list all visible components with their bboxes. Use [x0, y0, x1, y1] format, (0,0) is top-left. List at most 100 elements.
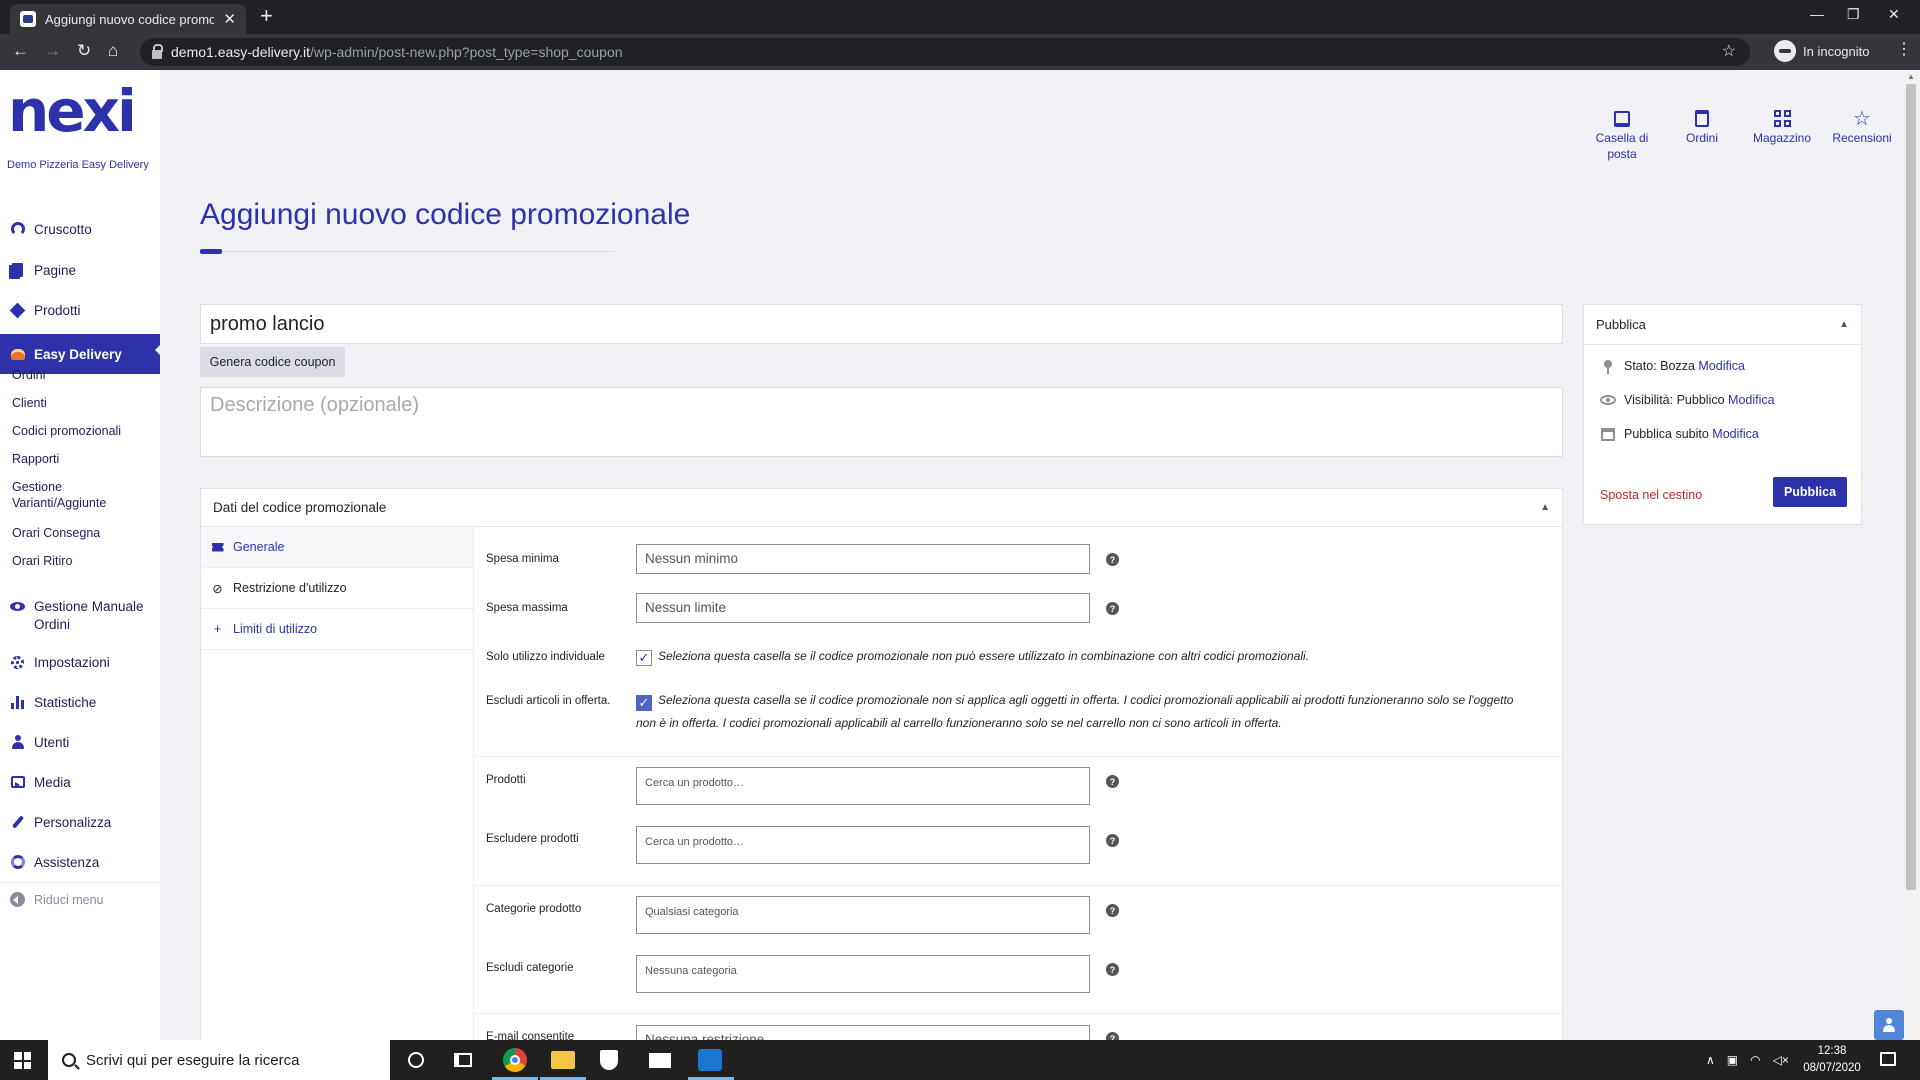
cortana-icon[interactable] [408, 1052, 424, 1068]
browser-menu-icon[interactable]: ⋮ [1896, 42, 1912, 58]
address-bar[interactable]: demo1.easy-delivery.it/wp-admin/post-new… [140, 38, 1750, 66]
burger-icon [10, 347, 25, 362]
browser-tab[interactable]: Aggiungi nuovo codice promozionale ✕ [10, 4, 246, 34]
file-explorer-icon[interactable] [551, 1051, 575, 1069]
sidebar-item-utenti[interactable]: Utenti [0, 726, 160, 758]
close-window-icon[interactable]: ✕ [1888, 6, 1900, 23]
generate-coupon-button[interactable]: Genera codice coupon [200, 347, 345, 377]
help-tip-icon[interactable]: ? [1106, 602, 1119, 615]
incognito-indicator[interactable]: In incognito [1774, 40, 1870, 62]
publish-status-row: Stato: Bozza Modifica [1600, 359, 1745, 374]
chevron-up-icon[interactable]: ∧ [1706, 1053, 1715, 1067]
collapse-arrow-icon[interactable]: ▲ [1839, 319, 1849, 330]
shortcut-ordini[interactable]: Ordini [1662, 110, 1742, 162]
shortcut-recensioni[interactable]: ☆ Recensioni [1822, 109, 1902, 162]
minimize-icon[interactable]: — [1810, 6, 1824, 22]
outlook-icon[interactable] [698, 1049, 722, 1071]
taskbar-clock[interactable]: 12:38 08/07/2020 [1800, 1043, 1864, 1077]
submenu-clienti[interactable]: Clienti [12, 395, 47, 411]
trash-link[interactable]: Sposta nel cestino [1600, 488, 1702, 502]
max-spend-input[interactable]: Nessun limite [636, 593, 1090, 623]
submenu-gestione-varianti[interactable]: Gestione Varianti/Aggiunte [12, 479, 122, 512]
collapse-menu-button[interactable]: Riduci menu [10, 892, 103, 907]
publish-header[interactable]: Pubblica ▲ [1584, 305, 1861, 345]
new-tab-icon[interactable]: + [260, 5, 273, 27]
shortcut-label: Recensioni [1832, 131, 1892, 145]
help-tip-icon[interactable]: ? [1106, 775, 1119, 788]
top-shortcuts: Casella di posta Ordini Magazzino ☆ Rece… [1582, 109, 1902, 162]
products-search-input[interactable]: Cerca un prodotto… [636, 767, 1090, 805]
bookmark-star-icon[interactable]: ☆ [1722, 41, 1736, 61]
exclude-sale-description: Seleziona questa casella se il codice pr… [636, 693, 1514, 731]
title-divider [200, 251, 614, 252]
page-scrollbar[interactable]: ▲ [1902, 70, 1920, 1040]
min-spend-input[interactable]: Nessun minimo [636, 544, 1090, 574]
scrollbar-thumb[interactable] [1906, 84, 1916, 890]
tab-limiti[interactable]: + Limiti di utilizzo [201, 609, 473, 650]
sidebar-item-statistiche[interactable]: Statistiche [0, 686, 160, 718]
volume-muted-icon[interactable]: ◁× [1773, 1053, 1789, 1067]
back-icon[interactable]: ← [12, 42, 29, 59]
sidebar-item-impostazioni[interactable]: Impostazioni [0, 646, 160, 678]
mail-icon[interactable] [649, 1053, 671, 1068]
help-tip-icon[interactable]: ? [1106, 963, 1119, 976]
exclude-categories-input[interactable]: Nessuna categoria [636, 955, 1090, 993]
security-icon[interactable] [600, 1050, 618, 1070]
taskbar-search[interactable]: Scrivi qui per eseguire la ricerca [48, 1040, 390, 1080]
sidebar-item-cruscotto[interactable]: Cruscotto [0, 213, 160, 245]
nexi-logo[interactable]: nexi [8, 82, 137, 140]
shortcut-casella-di-posta[interactable]: Casella di posta [1582, 110, 1662, 162]
sidebar-item-media[interactable]: Media [0, 766, 160, 798]
publish-button[interactable]: Pubblica [1773, 477, 1847, 507]
main-content: Casella di posta Ordini Magazzino ☆ Rece… [160, 70, 1902, 1055]
shortcut-magazzino[interactable]: Magazzino [1742, 110, 1822, 162]
exclude-products-input[interactable]: Cerca un prodotto… [636, 826, 1090, 864]
edit-schedule-link[interactable]: Modifica [1712, 427, 1759, 441]
description-textarea[interactable]: Descrizione (opzionale) [200, 387, 1563, 457]
wifi-icon[interactable]: ◠ [1750, 1053, 1760, 1067]
tab-generale[interactable]: Generale [201, 527, 473, 568]
collapse-arrow-icon[interactable]: ▲ [1540, 502, 1550, 513]
sidebar-item-prodotti[interactable]: Prodotti [0, 294, 160, 326]
coupon-code-input[interactable]: promo lancio [200, 304, 1563, 344]
task-view-icon[interactable] [454, 1053, 472, 1067]
individual-use-checkbox[interactable]: ✓ [636, 650, 652, 666]
status-label: Stato: [1624, 359, 1657, 373]
forward-icon[interactable]: → [44, 42, 61, 59]
help-tip-icon[interactable]: ? [1106, 553, 1119, 566]
submenu-codici-promozionali[interactable]: Codici promozionali [12, 423, 121, 439]
edit-status-link[interactable]: Modifica [1698, 359, 1745, 373]
incognito-label: In incognito [1803, 43, 1870, 59]
help-tip-icon[interactable]: ? [1106, 834, 1119, 847]
coupon-data-header[interactable]: Dati del codice promozionale ▲ [201, 489, 1562, 527]
windows-start-icon[interactable] [14, 1052, 31, 1069]
help-tip-icon[interactable]: ? [1106, 904, 1119, 917]
reload-icon[interactable]: ↻ [77, 42, 91, 59]
site-name[interactable]: Demo Pizzeria Easy Delivery [7, 159, 149, 171]
eye-icon [1600, 393, 1616, 407]
chrome-icon[interactable] [503, 1048, 527, 1072]
clock-date: 08/07/2020 [1803, 1062, 1861, 1074]
submenu-orari-consegna[interactable]: Orari Consegna [12, 525, 100, 541]
submenu-rapporti[interactable]: Rapporti [12, 451, 59, 467]
sidebar-item-personalizza[interactable]: Personalizza [0, 806, 160, 838]
home-icon[interactable]: ⌂ [108, 42, 118, 59]
tab-restrizione[interactable]: ⊘ Restrizione d'utilizzo [201, 568, 473, 609]
restore-icon[interactable]: ❐ [1847, 6, 1860, 23]
sidebar-item-label: Statistiche [34, 694, 97, 710]
scroll-up-icon[interactable]: ▲ [1907, 72, 1915, 81]
categories-input[interactable]: Qualsiasi categoria [636, 896, 1090, 934]
sidebar-item-assistenza[interactable]: Assistenza [0, 846, 160, 878]
notifications-icon[interactable] [1880, 1052, 1896, 1066]
network-status-icon[interactable]: ▣ [1727, 1053, 1738, 1067]
publish-visibility-row: Visibilità: Pubblico Modifica [1600, 393, 1775, 407]
sidebar-item-pagine[interactable]: Pagine [0, 254, 160, 286]
close-tab-icon[interactable]: ✕ [223, 12, 236, 27]
submenu-ordini[interactable]: Ordini [12, 367, 45, 383]
eye-icon [10, 599, 25, 614]
support-chat-button[interactable] [1874, 1010, 1904, 1040]
submenu-orari-ritiro[interactable]: Orari Ritiro [12, 553, 72, 569]
edit-visibility-link[interactable]: Modifica [1728, 393, 1775, 407]
publish-box: Pubblica ▲ Stato: Bozza Modifica Visibil… [1583, 304, 1862, 525]
sidebar-item-gestione-manuale-ordini[interactable]: Gestione Manuale Ordini [0, 592, 160, 634]
